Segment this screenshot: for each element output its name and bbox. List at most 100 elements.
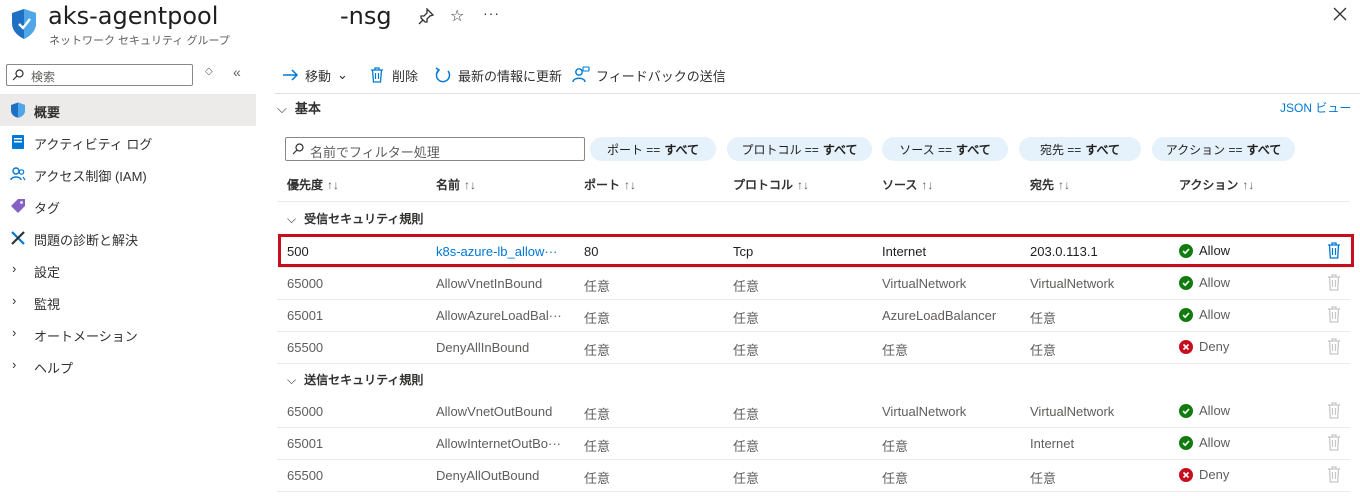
sidebar-item-tags[interactable]: タグ <box>0 190 256 222</box>
action-label: Deny <box>1199 467 1230 482</box>
sidebar-item-settings[interactable]: › 設定 <box>0 254 256 286</box>
nsg-shield-icon <box>12 9 36 39</box>
chevron-right-icon: › <box>12 261 17 276</box>
column-label: 名前 <box>436 178 461 192</box>
log-icon <box>12 135 24 149</box>
column-header-destination[interactable]: 宛先 ↑↓ <box>1030 176 1070 193</box>
sort-icon: ↑↓ <box>797 178 810 192</box>
check-circle-icon <box>1179 275 1193 290</box>
outbound-rule-row[interactable]: 65000 AllowVnetOutBound 任意 任意 VirtualNetwork… <box>277 395 1350 427</box>
refresh-button[interactable]: 最新の情報に更新 <box>434 62 562 88</box>
favorite-star-icon[interactable]: ☆ <box>450 6 464 26</box>
delete-rule-trash-icon[interactable] <box>1327 434 1341 451</box>
cell-priority: 65500 <box>287 468 324 483</box>
sidebar-item-activity-log[interactable]: アクティビティ ログ <box>0 126 256 158</box>
group-label: 送信セキュリティ規則 <box>304 373 424 387</box>
inbound-rule-row[interactable]: 65000 AllowVnetInBound 任意 任意 VirtualNetwork V… <box>277 267 1350 299</box>
check-circle-icon <box>1179 403 1193 418</box>
column-label: 優先度 <box>287 178 324 192</box>
filter-by-name-input[interactable]: 名前でフィルター処理 <box>285 137 585 161</box>
filter-pill-source[interactable]: ソース == すべて <box>882 137 1008 161</box>
sidebar-item-label: 監視 <box>34 297 61 312</box>
pill-key: アクション == <box>1165 142 1243 157</box>
chevron-right-icon: › <box>12 357 17 372</box>
cell-port: 任意 <box>584 439 611 454</box>
move-button[interactable]: 移動 ⌄ <box>281 62 348 88</box>
pill-key: ソース == <box>899 142 953 157</box>
pill-value: すべて <box>1246 142 1282 157</box>
column-header-port[interactable]: ポート ↑↓ <box>584 176 636 193</box>
outbound-rule-row[interactable]: 65001 AllowInternetOutBo··· 任意 任意 任意 Internet… <box>277 427 1350 459</box>
column-header-action[interactable]: アクション ↑↓ <box>1179 176 1254 193</box>
delete-rule-trash-icon[interactable] <box>1327 402 1341 419</box>
cell-source: AzureLoadBalancer <box>882 308 997 323</box>
filter-pill-port[interactable]: ポート == すべて <box>590 137 716 161</box>
refresh-label: 最新の情報に更新 <box>458 68 563 84</box>
outbound-group-header[interactable]: ⌵ 送信セキュリティ規則 <box>287 371 423 388</box>
pill-value: すべて <box>956 142 991 157</box>
delete-rule-trash-icon[interactable] <box>1327 466 1341 483</box>
column-header-name[interactable]: 名前 ↑↓ <box>436 176 476 193</box>
inbound-rule-row[interactable]: 65001 AllowAzureLoadBal··· 任意 任意 AzureLoadBa… <box>277 299 1350 331</box>
toolbar-divider <box>275 93 1360 94</box>
delete-button[interactable]: 削除 <box>368 62 418 88</box>
chevron-down-icon: ⌵ <box>287 373 297 387</box>
essentials-toggle[interactable]: ⌵ 基本 <box>277 98 321 117</box>
column-header-priority[interactable]: 優先度 ↑↓ <box>287 176 339 193</box>
check-circle-icon <box>1179 307 1193 322</box>
json-view-link[interactable]: JSON ビュー <box>1280 99 1351 116</box>
sort-icon: ↑↓ <box>327 178 340 192</box>
cell-destination: 任意 <box>1030 311 1057 326</box>
feedback-label: フィードバックの送信 <box>596 68 726 84</box>
inbound-rule-row[interactable]: 65500 DenyAllInBound 任意 任意 任意 任意 Deny <box>277 331 1350 363</box>
cell-action: Deny <box>1179 467 1229 482</box>
sidebar-item-automation[interactable]: › オートメーション <box>0 318 256 350</box>
tag-icon <box>11 199 25 213</box>
cell-destination: 任意 <box>1030 343 1057 358</box>
chevron-down-icon: ⌵ <box>277 101 287 116</box>
sidebar-item-monitoring[interactable]: › 監視 <box>0 286 256 318</box>
delete-rule-trash-icon[interactable] <box>1327 274 1341 291</box>
filter-pill-destination[interactable]: 宛先 == すべて <box>1019 137 1141 161</box>
cell-priority: 65001 <box>287 308 324 323</box>
cell-priority: 65001 <box>287 436 324 451</box>
delete-rule-trash-icon[interactable] <box>1327 306 1341 323</box>
sidebar-item-help[interactable]: › ヘルプ <box>0 350 256 382</box>
column-header-source[interactable]: ソース ↑↓ <box>882 176 933 193</box>
move-label: 移動 <box>305 68 332 84</box>
feedback-button[interactable]: フィードバックの送信 <box>572 62 726 88</box>
delete-rule-trash-icon[interactable] <box>1327 338 1341 355</box>
sidebar: 検索 ◇ « 概要 アクティビティ ログ アクセス制御 (IAM) タグ 問題の… <box>0 56 256 496</box>
cell-destination: 任意 <box>1030 471 1057 486</box>
sort-icon: ↑↓ <box>464 178 477 192</box>
outbound-rule-row[interactable]: 65500 DenyAllOutBound 任意 任意 任意 任意 Deny <box>277 459 1350 491</box>
sidebar-item-iam[interactable]: アクセス制御 (IAM) <box>0 158 256 190</box>
action-label: Allow <box>1199 435 1231 450</box>
filter-pill-action[interactable]: アクション == すべて <box>1152 137 1295 161</box>
column-header-protocol[interactable]: プロトコル ↑↓ <box>733 176 809 193</box>
filter-pill-protocol[interactable]: プロトコル == すべて <box>727 137 872 161</box>
sidebar-item-label: オートメーション <box>34 329 138 344</box>
sidebar-item-diagnose[interactable]: 問題の診断と解決 <box>0 222 256 254</box>
page-title-suffix: -nsg <box>340 2 392 30</box>
chevron-right-icon: › <box>12 325 17 340</box>
chevron-down-icon: ⌵ <box>287 212 297 226</box>
delete-label: 削除 <box>392 68 419 84</box>
more-actions-button[interactable]: ··· <box>483 5 500 21</box>
sidebar-search-input[interactable]: 検索 <box>6 64 193 86</box>
expand-collapse-icon[interactable]: ◇ <box>205 66 213 77</box>
cell-priority: 65500 <box>287 340 324 355</box>
close-icon[interactable] <box>1332 6 1348 22</box>
cell-protocol: 任意 <box>733 471 760 486</box>
refresh-icon <box>435 67 451 83</box>
inbound-group-header[interactable]: ⌵ 受信セキュリティ規則 <box>287 210 423 227</box>
sidebar-item-overview[interactable]: 概要 <box>0 94 256 126</box>
cell-action: Allow <box>1179 307 1230 322</box>
action-label: Allow <box>1199 275 1231 290</box>
sidebar-item-label: 問題の診断と解決 <box>34 233 139 248</box>
cell-source: VirtualNetwork <box>882 276 967 291</box>
pin-icon[interactable] <box>418 8 434 26</box>
collapse-sidebar-icon[interactable]: « <box>233 64 241 80</box>
sort-icon: ↑↓ <box>1058 178 1071 192</box>
action-label: Deny <box>1199 339 1230 354</box>
